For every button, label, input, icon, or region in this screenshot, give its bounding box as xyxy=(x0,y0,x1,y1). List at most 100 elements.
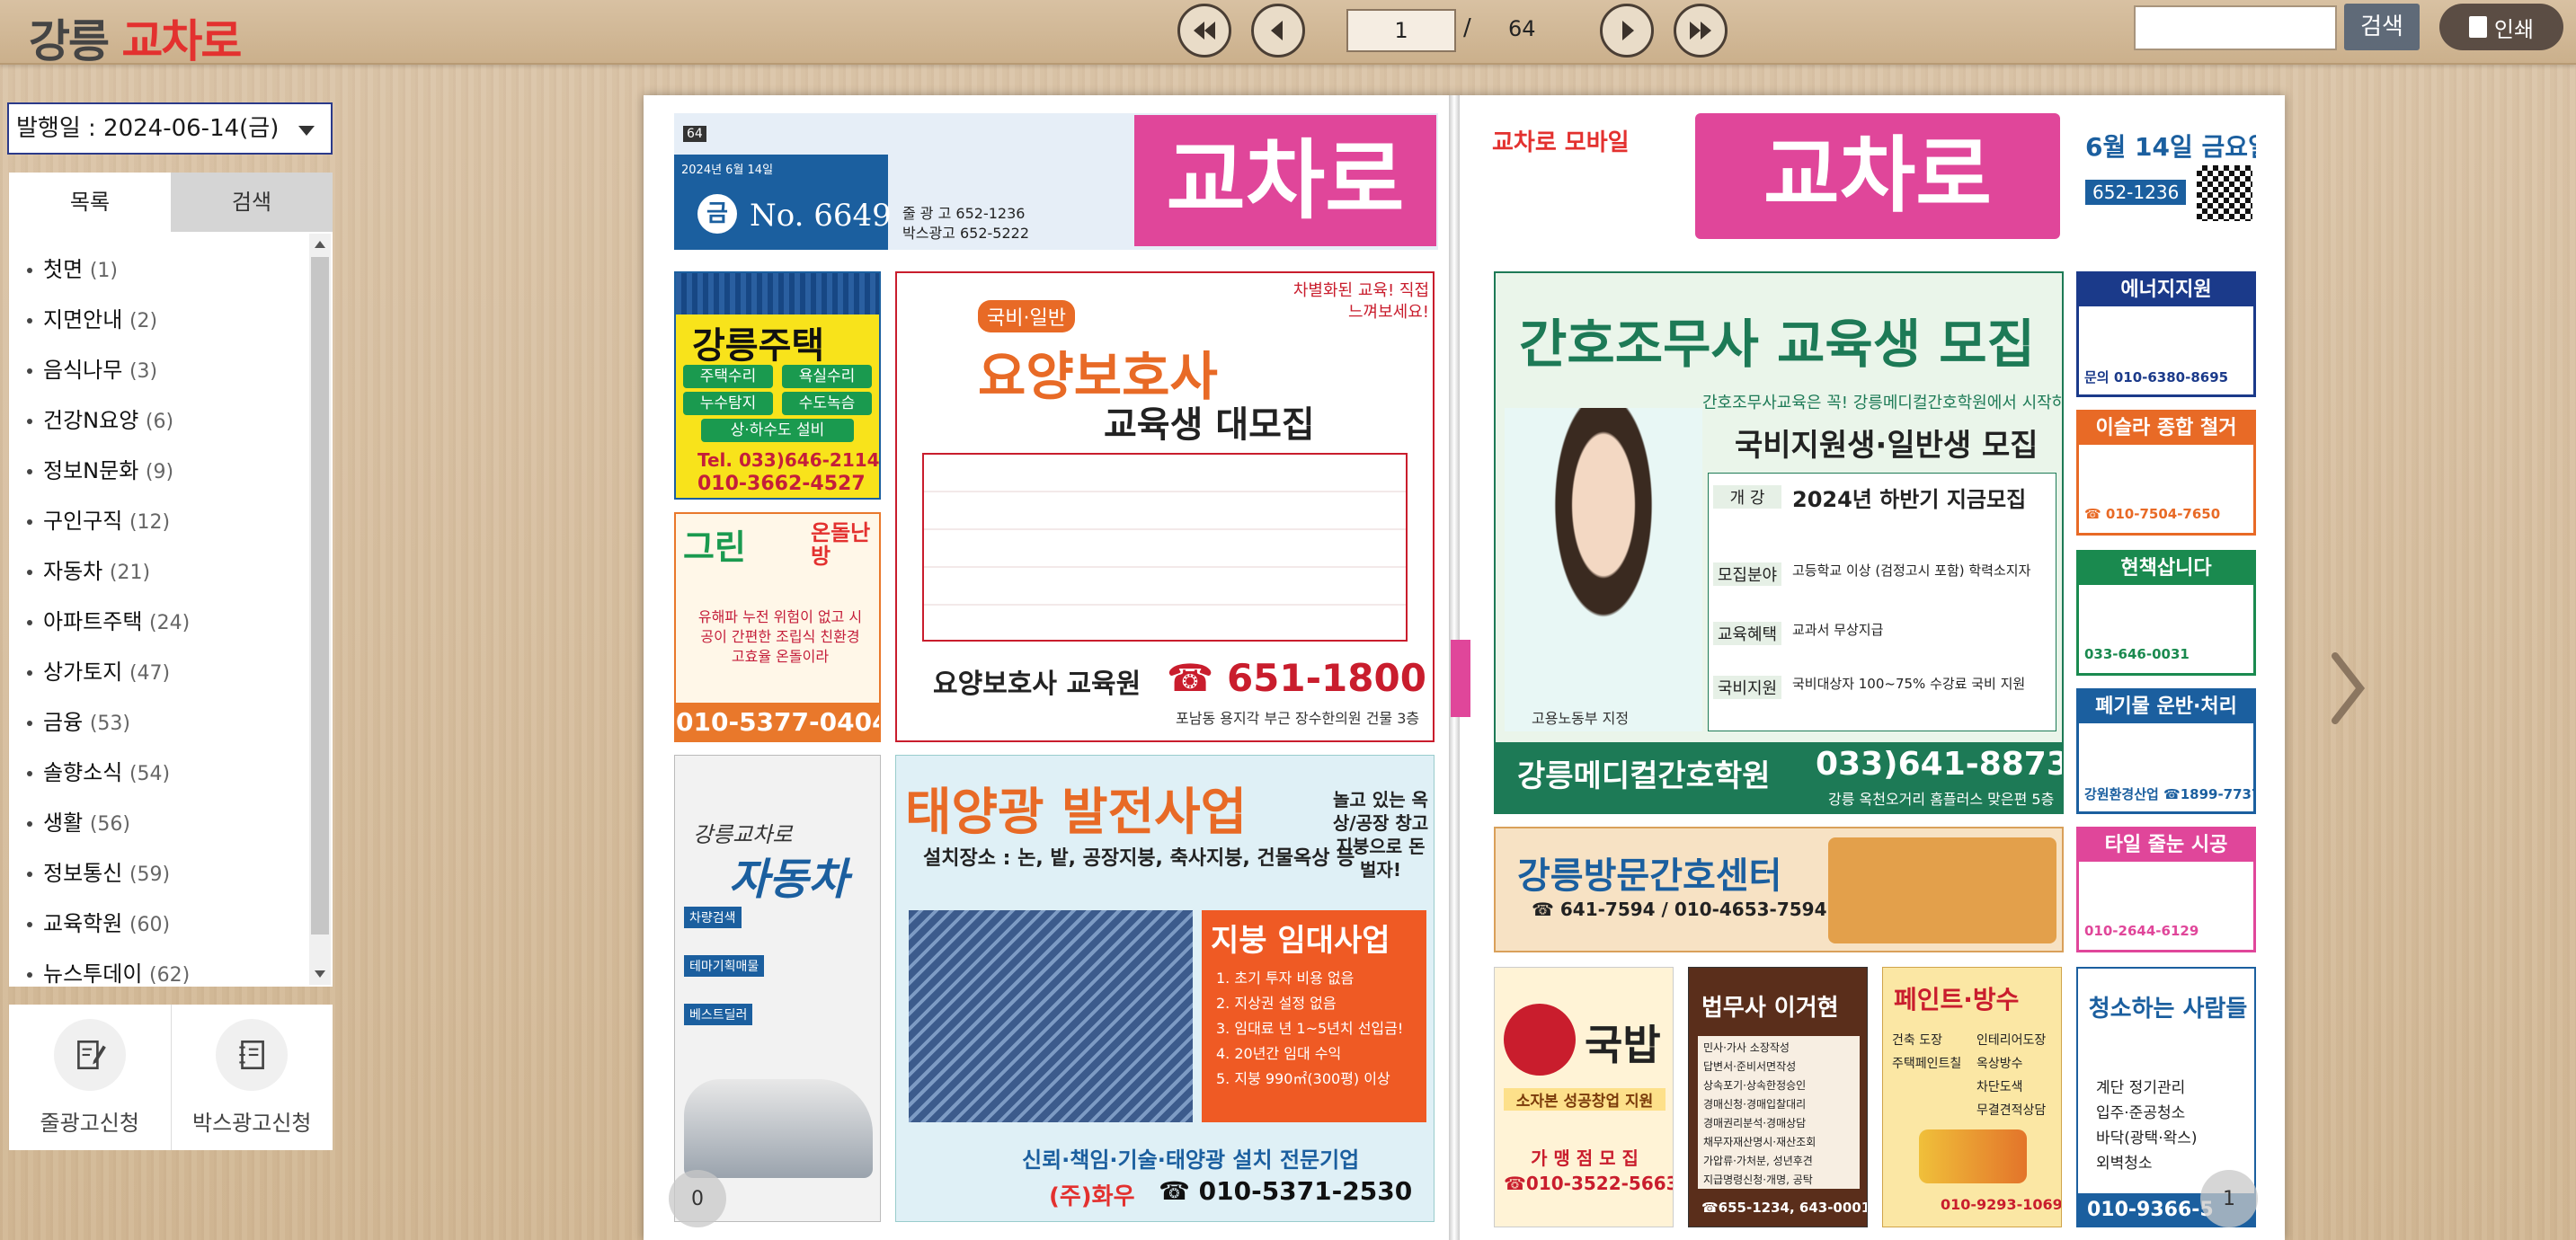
notebook-icon xyxy=(239,1040,265,1069)
side-ad-title: 현책삽니다 xyxy=(2079,553,2253,585)
toc-item-count: (54) xyxy=(129,763,171,785)
page-number-input[interactable]: 1 xyxy=(1346,9,1456,52)
ad-visit-nursing: 강릉방문간호센터 ☎ 641-7594 / 010-4653-7594 xyxy=(1494,827,2064,952)
toc-item[interactable]: 정보N문화 (9) xyxy=(27,446,333,496)
ad-nurse-ministry: 고용노동부 지정 xyxy=(1532,710,1630,727)
ad-heating: 그린 온돌난방 유해파 누전 위험이 없고 시공이 간편한 조립식 친환경 고효… xyxy=(674,512,881,742)
toc-item[interactable]: 교육학원 (60) xyxy=(27,899,333,949)
pencil-document-icon xyxy=(76,1040,106,1069)
side-ad: 타일 줄눈 시공 010-2644-6129 xyxy=(2076,827,2256,952)
panel-tabs: 목록 검색 xyxy=(9,173,333,232)
ad-heat-brand: 그린 xyxy=(683,527,746,567)
toc-item-count: (6) xyxy=(145,411,174,433)
line-ad-apply-label: 줄광고신청 xyxy=(40,1110,139,1136)
search-button[interactable]: 검색 xyxy=(2344,4,2420,50)
prev-page-button[interactable] xyxy=(1251,4,1305,58)
scrollbar-thumb[interactable] xyxy=(311,257,329,934)
double-chevron-left-icon xyxy=(1194,22,1215,40)
ad-nurse-row-val: 교과서 무상지급 xyxy=(1792,622,1884,638)
ad-gukbap-sub: 소자본 성공창업 지원 xyxy=(1504,1088,1666,1111)
toc-item[interactable]: 솔향소식 (54) xyxy=(27,748,333,798)
ad-law: 법무사 이거현 민사·가사 소장작성 답변서·준비서면작성 상속포기·상속한정승인 경… xyxy=(1688,967,1868,1227)
ad-car-title: 자동차 xyxy=(729,855,848,905)
ad-housing-tel: Tel. 033)646-2114 xyxy=(697,449,880,471)
next-page-arrow-icon[interactable] xyxy=(2330,652,2366,724)
toc-item-label: 솔향소식 xyxy=(43,760,123,785)
side-ad-title: 폐기물 운반·처리 xyxy=(2079,691,2253,723)
ad-clean-item: 외벽청소 xyxy=(2096,1155,2153,1173)
ad-nurse-addr: 강릉 옥천오거리 홈플러스 맞은편 5층 xyxy=(1828,791,2055,808)
line-ad-phone: 줄 광 고 652-1236 xyxy=(902,205,1026,222)
bullet-icon xyxy=(27,268,32,273)
toc-item-count: (1) xyxy=(89,260,118,282)
ad-solar-title: 태양광 발전사업 xyxy=(905,784,1248,842)
left-page-corner[interactable]: 0 xyxy=(669,1170,726,1227)
scroll-up-icon[interactable] xyxy=(315,241,325,248)
qr-code-icon xyxy=(2197,165,2252,221)
table-of-contents: 첫면 (1) 지면안내 (2) 음식나무 (3) 건강N요양 (6) 정보N문화 (9)… xyxy=(9,232,333,987)
toc-item[interactable]: 상가토지 (47) xyxy=(27,647,333,697)
ad-solar-tel: ☎ 010-5371-2530 xyxy=(1159,1176,1413,1206)
ad-paint-title: 페인트·방수 xyxy=(1894,985,2020,1014)
ad-nurse-row-key: 개 강 xyxy=(1713,485,1781,509)
print-icon xyxy=(2468,16,2487,38)
ad-solar-side: 놀고 있는 옥상/공장 창고지붕으로 돈 벌자! xyxy=(1332,789,1429,881)
box-ad-apply-button[interactable]: 박스광고신청 xyxy=(172,1005,333,1150)
toc-item[interactable]: 지면안내 (2) xyxy=(27,295,333,345)
search-input[interactable] xyxy=(2134,5,2337,50)
ad-gukbap-tel: ☎010-3522-5663 xyxy=(1504,1173,1674,1194)
page-number: 64 xyxy=(683,126,706,142)
ad-gukbap-recruit: 가 맹 점 모 집 xyxy=(1531,1147,1639,1169)
toc-item-count: (24) xyxy=(149,612,191,634)
toc-list: 첫면 (1) 지면안내 (2) 음식나무 (3) 건강N요양 (6) 정보N문화 (9)… xyxy=(9,232,333,987)
right-page-corner[interactable]: 1 xyxy=(2200,1170,2258,1227)
ad-paint: 페인트·방수 건축 도장 인테리어도장 주택페인트칠 옥상방수 차단도색 무결견… xyxy=(1882,967,2062,1227)
first-page-button[interactable] xyxy=(1177,4,1231,58)
tab-search[interactable]: 검색 xyxy=(171,173,333,232)
side-ad-tel: ☎ 010-7504-7650 xyxy=(2084,506,2221,522)
ad-solar-point: 2. 지상권 설정 없음 xyxy=(1216,995,1337,1012)
side-ad: 에너지지원 문의 010-6380-8695 xyxy=(2076,271,2256,397)
ad-law-item: 가압류·가처분, 성년후견 xyxy=(1703,1155,1813,1167)
issue-box: 2024년 6월 14일 금 No. 6649 xyxy=(674,155,892,250)
last-page-button[interactable] xyxy=(1674,4,1728,58)
tab-list[interactable]: 목록 xyxy=(9,173,171,232)
ad-care-corner: 차별화된 교육! 직접 느껴보세요! xyxy=(1292,281,1429,322)
toc-item[interactable]: 음식나무 (3) xyxy=(27,345,333,395)
ad-care-subtitle: 교육생 대모집 xyxy=(1104,404,1315,446)
toc-item-count: (12) xyxy=(129,511,171,534)
toc-item[interactable]: 아파트주택 (24) xyxy=(27,597,333,647)
page-side-tab[interactable] xyxy=(1451,640,1470,717)
ad-housing-item: 누수탐지 xyxy=(683,392,773,415)
toc-item[interactable]: 뉴스투데이 (62) xyxy=(27,949,333,987)
right-page-header: 교차로 모바일 교차로 6월 14일 금요일 652-1236 xyxy=(1492,110,2256,253)
toc-item[interactable]: 건강N요양 (6) xyxy=(27,395,333,446)
toc-item[interactable]: 생활 (56) xyxy=(27,798,333,848)
app-logo[interactable]: 강릉 교차로 xyxy=(29,5,242,70)
right-tel: 652-1236 xyxy=(2085,180,2187,205)
toc-scrollbar[interactable] xyxy=(309,234,331,985)
toc-item[interactable]: 정보통신 (59) xyxy=(27,848,333,899)
paint-roller-image xyxy=(1919,1129,2027,1183)
ad-paint-item: 무결견적상담 xyxy=(1976,1103,2047,1118)
ad-clean-tel: 010-9366-5 xyxy=(2087,1199,2214,1221)
ad-solar: 태양광 발전사업 설치장소 : 논, 밭, 공장지붕, 축사지붕, 건물옥상 등… xyxy=(895,755,1435,1222)
toc-item[interactable]: 구인구직 (12) xyxy=(27,496,333,546)
gukbap-logo xyxy=(1504,1004,1576,1076)
bullet-icon xyxy=(27,771,32,776)
nurse-image xyxy=(1505,408,1702,731)
scroll-down-icon[interactable] xyxy=(315,970,325,978)
toc-item[interactable]: 첫면 (1) xyxy=(27,244,333,295)
box-ad-phone: 박스광고 652-5222 xyxy=(902,225,1029,242)
issue-date-select[interactable]: 발행일 : 2024-06-14(금) xyxy=(7,102,333,155)
next-page-button[interactable] xyxy=(1600,4,1654,58)
bullet-icon xyxy=(27,469,32,474)
toc-item[interactable]: 금융 (53) xyxy=(27,697,333,748)
print-button[interactable]: 인쇄 xyxy=(2439,4,2563,50)
top-toolbar: 강릉 교차로 1 / 64 검색 인쇄 xyxy=(0,0,2576,67)
chevron-right-icon xyxy=(1622,21,1634,40)
line-ad-apply-button[interactable]: 줄광고신청 xyxy=(9,1005,172,1150)
print-label: 인쇄 xyxy=(2493,16,2535,42)
left-page-header: 64 2024년 6월 14일 금 No. 6649 줄 광 고 652-123… xyxy=(674,113,1438,250)
toc-item[interactable]: 자동차 (21) xyxy=(27,546,333,597)
